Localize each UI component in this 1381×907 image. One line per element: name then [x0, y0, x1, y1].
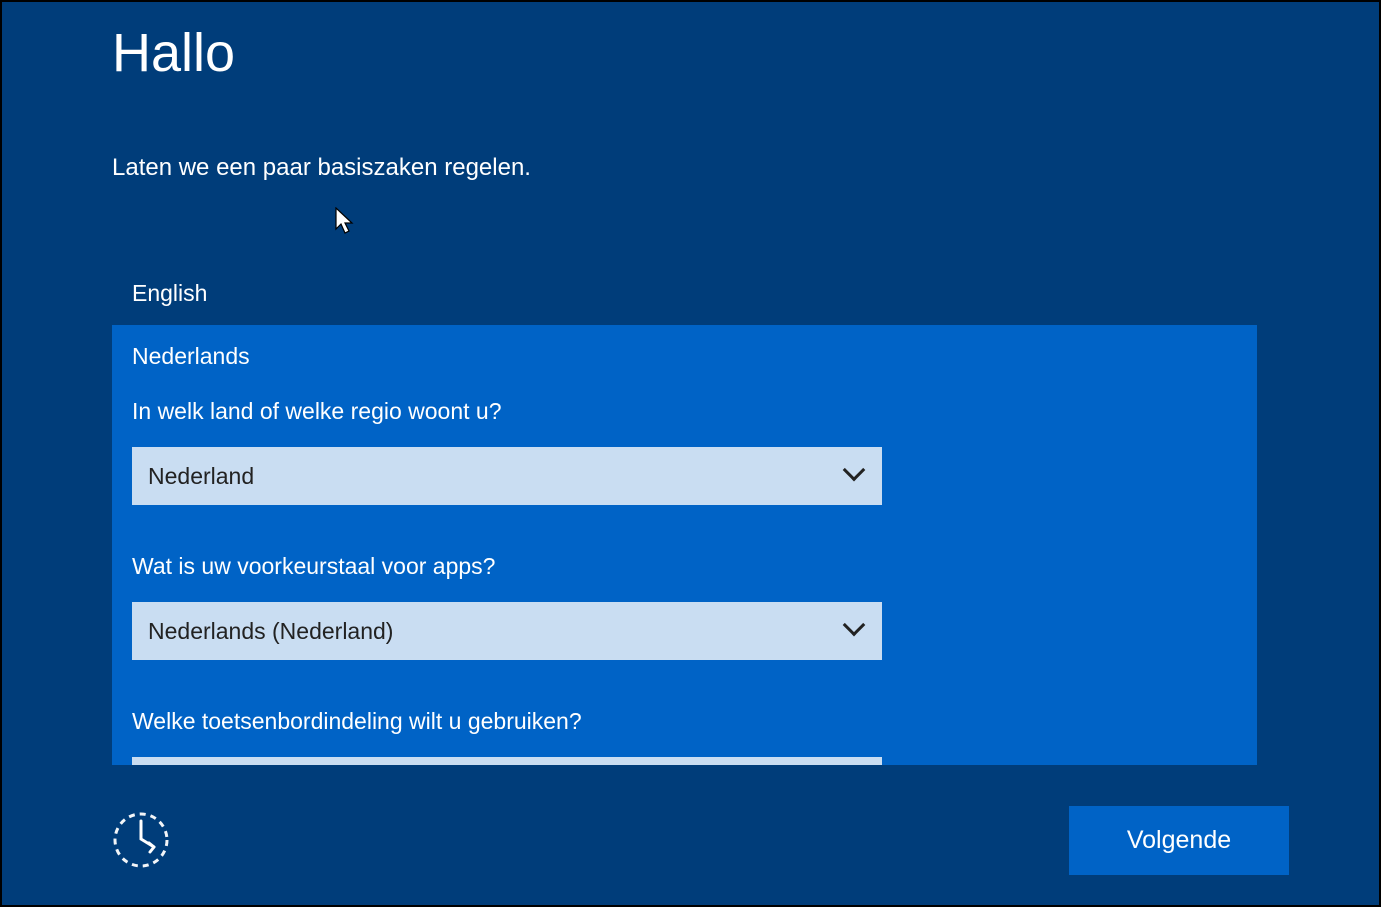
app-language-select-value: Nederlands (Nederland): [148, 618, 393, 645]
app-language-select[interactable]: Nederlands (Nederland): [132, 602, 882, 660]
footer: Volgende: [112, 800, 1289, 880]
selected-language-panel: Nederlands In welk land of welke regio w…: [112, 325, 1257, 765]
next-button[interactable]: Volgende: [1069, 806, 1289, 875]
language-option-nederlands[interactable]: Nederlands: [112, 325, 1257, 388]
chevron-down-icon: [846, 466, 866, 486]
keyboard-label: Welke toetsenbordindeling wilt u gebruik…: [132, 708, 1237, 735]
page-title: Hallo: [112, 22, 1269, 84]
chevron-down-icon: [846, 621, 866, 641]
form-section: In welk land of welke regio woont u? Ned…: [112, 388, 1257, 765]
ease-of-access-icon[interactable]: [112, 811, 170, 869]
country-label: In welk land of welke regio woont u?: [132, 398, 1237, 425]
app-language-label: Wat is uw voorkeurstaal voor apps?: [132, 553, 1237, 580]
country-select[interactable]: Nederland: [132, 447, 882, 505]
keyboard-select-peek[interactable]: [132, 757, 882, 765]
country-select-value: Nederland: [148, 463, 254, 490]
page-subtitle: Laten we een paar basiszaken regelen.: [112, 154, 1269, 182]
language-option-english[interactable]: English: [112, 262, 1269, 325]
